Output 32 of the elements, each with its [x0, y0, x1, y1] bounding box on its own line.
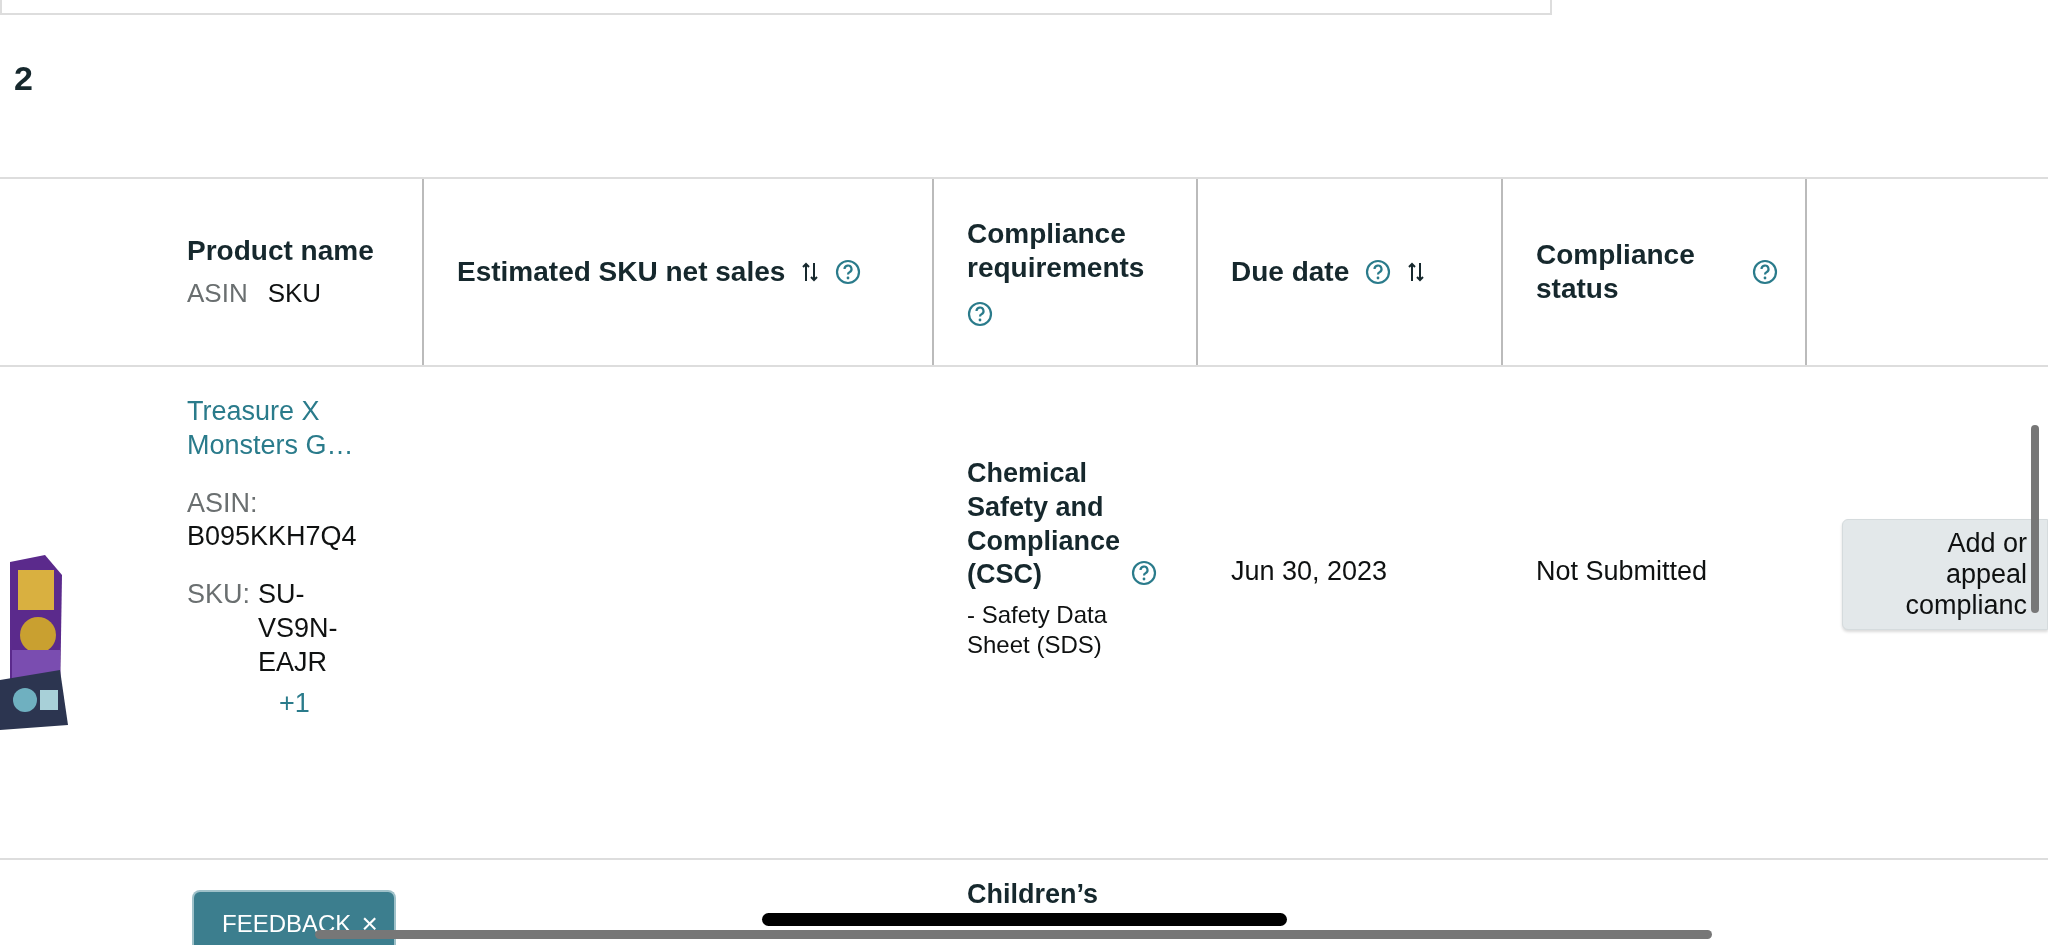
column-subheader: ASIN: [187, 278, 248, 308]
column-header: Product name: [187, 235, 374, 266]
vertical-scrollbar[interactable]: [2031, 425, 2039, 613]
help-icon[interactable]: [835, 259, 862, 285]
column-header: Compliance status: [1536, 238, 1696, 306]
column-header: Estimated SKU net sales: [457, 255, 786, 289]
compliance-status: Not Submitted: [1536, 556, 1708, 586]
asin-label: ASIN:: [187, 486, 259, 520]
more-skus-link[interactable]: +1: [279, 687, 310, 721]
sort-icon[interactable]: [801, 261, 820, 283]
sku-value: SU-VS9N-EAJR: [258, 578, 339, 679]
requirement-name: Chemical Safety and Compliance (CSC): [967, 457, 1122, 592]
help-icon[interactable]: [967, 300, 993, 327]
sort-icon[interactable]: [1407, 261, 1426, 283]
feedback-tab[interactable]: FEEDBACK ×: [192, 890, 396, 945]
asin-value: B095KKH7Q4: [187, 520, 358, 554]
column-header: Due date: [1231, 255, 1350, 289]
column-header: Compliance requirements: [967, 217, 1146, 285]
close-button[interactable]: ×: [361, 906, 378, 942]
product-name-link[interactable]: Treasure X Monsters G…: [187, 395, 387, 463]
add-or-appeal-button[interactable]: Add or appeal complianc: [1842, 519, 2048, 631]
horizontal-scrollbar[interactable]: [315, 930, 1712, 939]
due-date: Jun 30, 2023: [1231, 556, 1388, 586]
column-subheader: SKU: [267, 278, 322, 308]
feedback-label: FEEDBACK: [222, 909, 352, 939]
requirement-detail: - Safety Data Sheet (SDS): [967, 600, 1109, 660]
help-icon[interactable]: [1365, 259, 1392, 285]
help-icon[interactable]: [1131, 560, 1157, 586]
page-number: 2: [13, 58, 34, 99]
requirement-name: Children’s: [967, 879, 1099, 909]
help-icon[interactable]: [1752, 259, 1778, 285]
sku-label: SKU:: [187, 578, 251, 611]
